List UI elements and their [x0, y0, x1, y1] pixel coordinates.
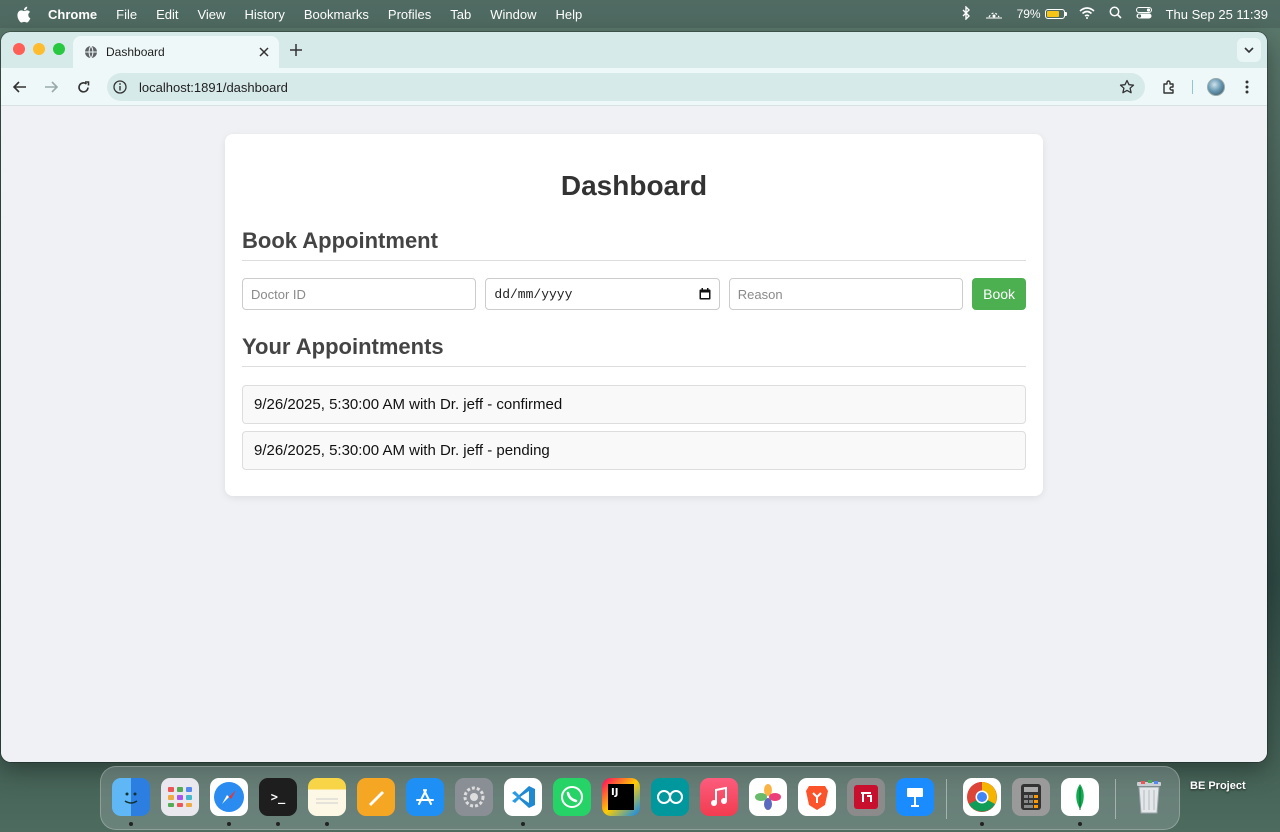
pages-icon[interactable] — [357, 778, 395, 816]
reload-button[interactable] — [73, 77, 93, 97]
vscode-icon[interactable] — [504, 778, 542, 816]
terminal-icon[interactable]: >_ — [259, 778, 297, 816]
brave-icon[interactable] — [798, 778, 836, 816]
finder-icon[interactable] — [112, 778, 150, 816]
music-icon[interactable] — [700, 778, 738, 816]
site-info-icon[interactable] — [113, 79, 129, 95]
control-center-icon[interactable] — [1135, 6, 1152, 22]
running-indicator — [1078, 822, 1082, 826]
more-menu-icon[interactable] — [1237, 77, 1257, 97]
menu-profiles[interactable]: Profiles — [388, 7, 431, 22]
whatsapp-icon[interactable] — [553, 778, 591, 816]
battery-icon — [1044, 9, 1067, 19]
page-content: Dashboard Book Appointment dd/mm/yyyy Bo… — [1, 106, 1267, 762]
your-appointments-heading: Your Appointments — [242, 334, 1026, 367]
menu-view[interactable]: View — [197, 7, 225, 22]
desktop-folder-label[interactable]: BE Project — [1190, 780, 1246, 792]
tab-title: Dashboard — [106, 45, 165, 59]
menu-file[interactable]: File — [116, 7, 137, 22]
intellij-icon[interactable]: IJ — [602, 778, 640, 816]
zoom-window-button[interactable] — [53, 43, 65, 55]
profile-avatar[interactable] — [1206, 77, 1226, 97]
photos-icon[interactable] — [749, 778, 787, 816]
booking-form: dd/mm/yyyy Book — [242, 278, 1027, 310]
battery-percent: 79% — [1016, 7, 1041, 21]
dashboard-card: Dashboard Book Appointment dd/mm/yyyy Bo… — [225, 134, 1043, 496]
trash-icon[interactable] — [1130, 778, 1168, 816]
back-button[interactable] — [10, 77, 30, 97]
appointments-list: 9/26/2025, 5:30:00 AM with Dr. jeff - co… — [242, 385, 1026, 470]
chrome-icon[interactable] — [963, 778, 1001, 816]
menu-edit[interactable]: Edit — [156, 7, 178, 22]
toolbar-divider — [1192, 80, 1193, 94]
date-placeholder: dd/mm/yyyy — [494, 286, 573, 302]
menu-history[interactable]: History — [244, 7, 284, 22]
forward-button[interactable] — [41, 77, 61, 97]
mongodb-compass-icon[interactable] — [1061, 778, 1099, 816]
browser-toolbar: localhost:1891/dashboard — [1, 68, 1267, 106]
minimize-window-button[interactable] — [33, 43, 45, 55]
page-title: Dashboard — [560, 170, 708, 201]
close-tab-icon[interactable] — [257, 45, 271, 59]
window-controls — [13, 43, 65, 55]
extensions-icon[interactable] — [1159, 77, 1179, 97]
book-appointment-heading: Book Appointment — [242, 228, 1026, 261]
bluetooth-icon[interactable] — [961, 4, 971, 23]
wifi-icon[interactable] — [1079, 6, 1095, 22]
arduino-icon[interactable] — [651, 778, 689, 816]
notes-icon[interactable] — [308, 778, 346, 816]
dock-separator — [946, 779, 947, 819]
system-settings-icon[interactable] — [455, 778, 493, 816]
menu-tab[interactable]: Tab — [450, 7, 471, 22]
safari-icon[interactable] — [210, 778, 248, 816]
keynote-icon[interactable] — [896, 778, 934, 816]
apple-icon[interactable] — [16, 5, 34, 23]
launchpad-icon[interactable] — [161, 778, 199, 816]
running-indicator — [325, 822, 329, 826]
appointment-item: 9/26/2025, 5:30:00 AM with Dr. jeff - pe… — [242, 431, 1026, 470]
clock[interactable]: Thu Sep 25 11:39 — [1166, 7, 1268, 22]
running-indicator — [276, 822, 280, 826]
spotlight-search-icon[interactable] — [1109, 6, 1122, 22]
reason-input[interactable] — [728, 278, 964, 310]
running-indicator — [129, 822, 133, 826]
globe-icon — [84, 45, 98, 59]
menu-bar: Chrome File Edit View History Bookmarks … — [0, 0, 1280, 28]
menu-bookmarks[interactable]: Bookmarks — [304, 7, 369, 22]
tab-strip: Dashboard — [1, 32, 1267, 68]
app-store-icon[interactable] — [406, 778, 444, 816]
doctor-id-input[interactable] — [242, 278, 477, 310]
url-text[interactable]: localhost:1891/dashboard — [139, 80, 288, 95]
date-input[interactable]: dd/mm/yyyy — [485, 278, 720, 310]
tab-dashboard[interactable]: Dashboard — [73, 36, 279, 68]
battery-indicator[interactable]: 79% — [1016, 7, 1067, 21]
bookmark-star-icon[interactable] — [1119, 79, 1135, 95]
foxit-pdf-icon[interactable] — [847, 778, 885, 816]
calculator-icon[interactable] — [1012, 778, 1050, 816]
menu-help[interactable]: Help — [556, 7, 583, 22]
appointment-item: 9/26/2025, 5:30:00 AM with Dr. jeff - co… — [242, 385, 1026, 424]
hotspot-icon[interactable] — [985, 7, 1003, 22]
calendar-icon[interactable] — [699, 288, 711, 300]
running-indicator — [980, 822, 984, 826]
dock: >_ IJ — [100, 766, 1180, 830]
dock-separator — [1115, 779, 1116, 819]
browser-window: Dashboard localhost:1891/dashboard Dashb… — [1, 32, 1267, 762]
running-indicator — [227, 822, 231, 826]
running-indicator — [521, 822, 525, 826]
new-tab-button[interactable] — [287, 41, 305, 59]
book-button[interactable]: Book — [972, 278, 1027, 310]
address-bar[interactable]: localhost:1891/dashboard — [107, 73, 1145, 101]
tab-search-button[interactable] — [1237, 38, 1261, 62]
menu-app-name[interactable]: Chrome — [48, 7, 97, 22]
close-window-button[interactable] — [13, 43, 25, 55]
menu-window[interactable]: Window — [490, 7, 536, 22]
